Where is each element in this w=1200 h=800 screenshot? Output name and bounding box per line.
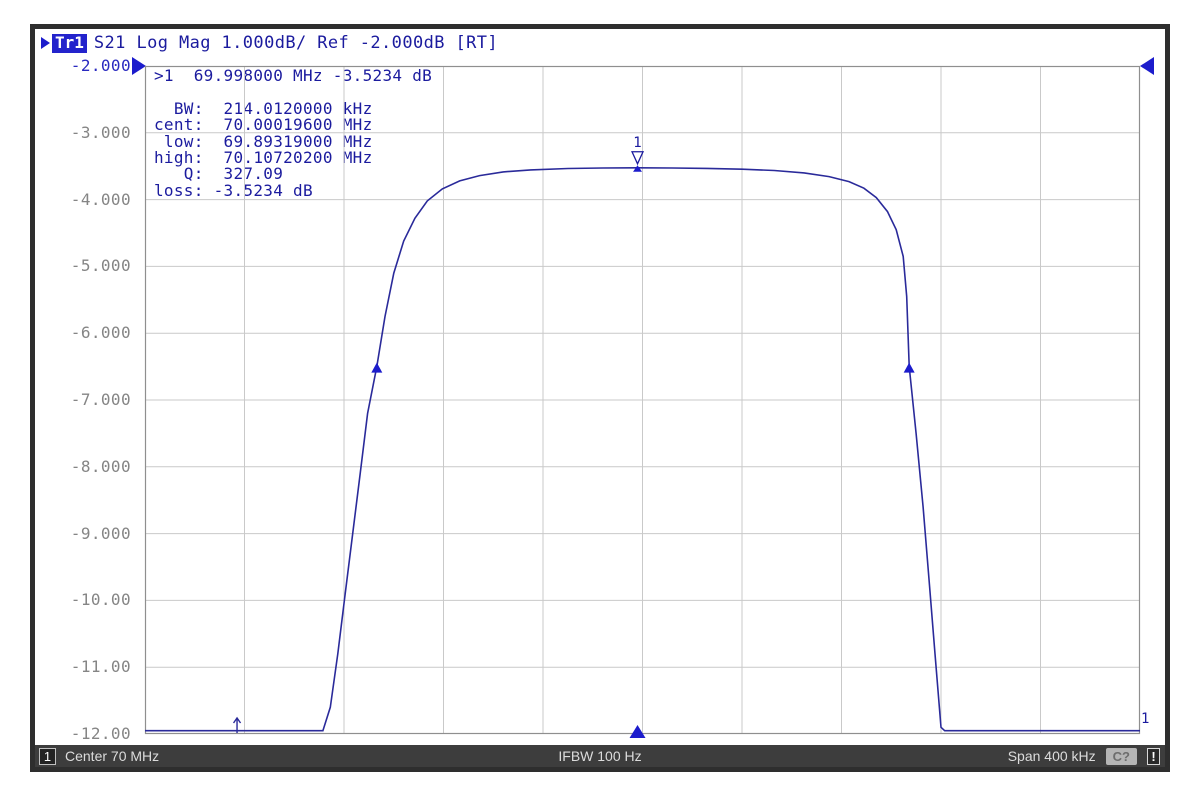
trace-number-label: 1 — [1141, 711, 1150, 727]
y-axis-label: -8.000 — [70, 456, 131, 476]
y-axis-label: -6.000 — [70, 323, 131, 343]
s21-trace-plot: 1 — [144, 65, 1141, 738]
bandwidth-marker-icon — [371, 362, 383, 373]
marker1-number-label: 1 — [633, 135, 641, 151]
reference-level-marker-right-icon[interactable] — [1140, 57, 1154, 75]
trace-title: S21 Log Mag 1.000dB/ Ref -2.000dB [RT] — [93, 33, 499, 53]
marker1-open-triangle-icon — [631, 151, 645, 166]
span-label[interactable]: Span 400 kHz — [1008, 748, 1096, 764]
stimulus-marker-icon — [629, 725, 646, 738]
bandwidth-marker-icon — [903, 362, 915, 373]
status-right-group: Span 400 kHz C? ! — [1008, 747, 1160, 765]
y-axis-label: -11.00 — [70, 657, 131, 677]
reference-level-marker-left-icon[interactable] — [132, 57, 146, 75]
ifbw-label[interactable]: IFBW 100 Hz — [558, 748, 641, 764]
status-bar: 1 Center 70 MHz IFBW 100 Hz Span 400 kHz… — [35, 745, 1165, 767]
y-axis-label: -7.000 — [70, 390, 131, 409]
center-frequency-label[interactable]: Center 70 MHz — [65, 748, 159, 764]
y-axis-label: -2.000 — [70, 56, 131, 75]
y-axis-label: -9.000 — [70, 523, 131, 543]
y-axis-label: -10.00 — [70, 590, 131, 610]
y-axis-label: -3.000 — [70, 122, 131, 142]
active-trace-arrow-icon — [41, 37, 50, 49]
trace-badge[interactable]: Tr1 — [52, 33, 87, 53]
analyzer-screen: Tr1 S21 Log Mag 1.000dB/ Ref -2.000dB [R… — [30, 24, 1170, 772]
cal-status-button[interactable]: C? — [1105, 747, 1137, 765]
alert-indicator: ! — [1147, 747, 1160, 765]
channel-number-badge: 1 — [39, 747, 56, 765]
y-axis-label: -5.000 — [70, 256, 131, 276]
y-axis-label: -4.000 — [70, 189, 131, 209]
trace-title-bar[interactable]: Tr1 S21 Log Mag 1.000dB/ Ref -2.000dB [R… — [37, 32, 498, 54]
y-axis-label: -12.00 — [70, 724, 131, 743]
